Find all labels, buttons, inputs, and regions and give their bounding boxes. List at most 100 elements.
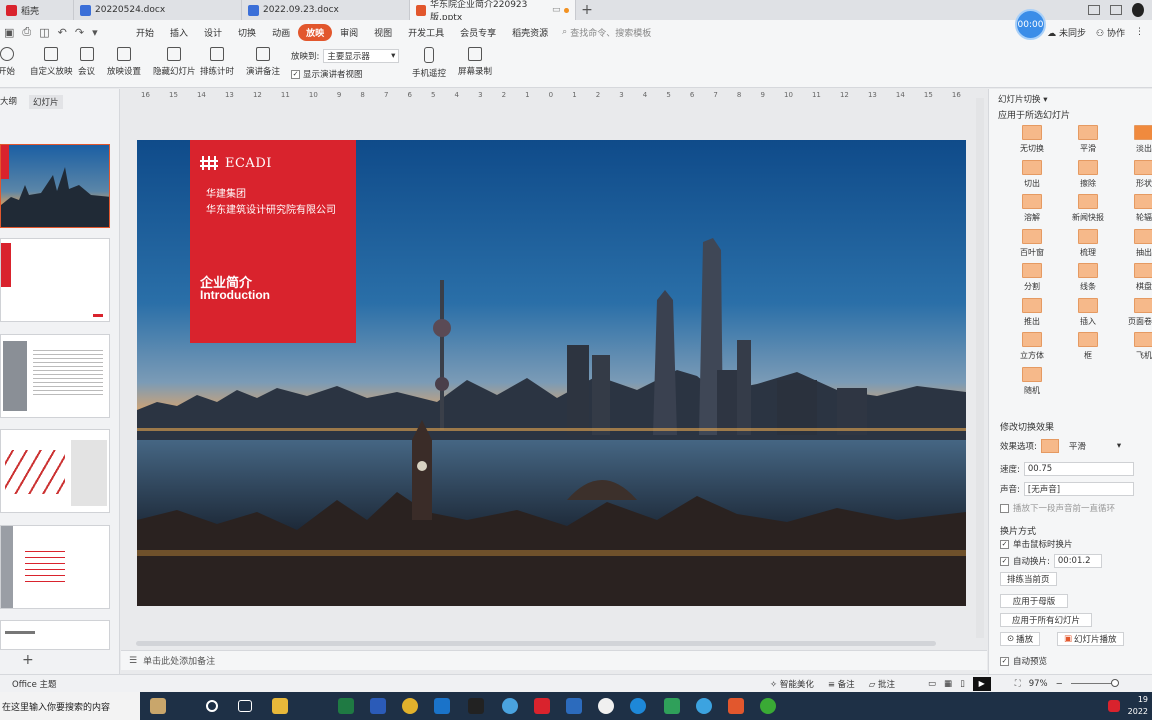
slide-thumb-1[interactable] bbox=[0, 144, 110, 228]
transition-effect[interactable]: 框 bbox=[1059, 332, 1117, 361]
wps-icon[interactable] bbox=[728, 698, 744, 714]
transition-effect[interactable]: 淡出 bbox=[1115, 125, 1152, 154]
transition-effect[interactable]: 擦除 bbox=[1059, 159, 1117, 189]
speed-input[interactable]: 00.75 bbox=[1023, 462, 1134, 476]
chevron-down-icon[interactable]: ▾ bbox=[1117, 441, 1121, 451]
comment-button[interactable]: ▱ 批注 bbox=[869, 678, 895, 690]
menu-member[interactable]: 会员专享 bbox=[452, 24, 504, 41]
apply-all-button[interactable]: 应用于所有幻灯片 bbox=[1000, 613, 1092, 627]
transition-effect[interactable]: 形状 bbox=[1115, 159, 1152, 189]
presenter-view-checkbox[interactable]: ✓ bbox=[291, 69, 300, 79]
sync-button[interactable]: ☁ 未同步 bbox=[1047, 26, 1086, 39]
transition-effect[interactable]: 百叶窗 bbox=[1003, 228, 1061, 258]
beautify-button[interactable]: ✧ 智能美化 bbox=[770, 678, 814, 690]
transition-effect[interactable]: 随机 bbox=[1003, 366, 1061, 396]
speaker-notes-button[interactable]: 演讲备注 bbox=[246, 47, 280, 77]
slide-thumb-4[interactable] bbox=[0, 429, 110, 513]
sorter-view-icon[interactable]: ▦ bbox=[944, 679, 952, 689]
apply-master-button[interactable]: 应用于母版 bbox=[1000, 594, 1068, 608]
zoom-out-icon[interactable]: − bbox=[1056, 679, 1063, 689]
reading-view-icon[interactable]: ▯ bbox=[960, 679, 965, 689]
transition-effect[interactable]: 切出 bbox=[1003, 159, 1061, 189]
preview-icon[interactable]: ◫ bbox=[39, 26, 49, 39]
rehearse-current-button[interactable]: 排练当前页 bbox=[1000, 572, 1057, 586]
window-icon[interactable]: ▭ bbox=[552, 5, 561, 15]
chrome-icon[interactable] bbox=[402, 698, 418, 714]
timer-badge[interactable]: 00:00 bbox=[1015, 9, 1046, 40]
vertical-scrollbar[interactable] bbox=[976, 98, 984, 638]
menu-home[interactable]: 开始 bbox=[128, 24, 162, 41]
word-icon[interactable] bbox=[370, 698, 386, 714]
print-icon[interactable]: ⎙ bbox=[22, 25, 31, 39]
menu-slideshow[interactable]: 放映 bbox=[298, 23, 333, 41]
horizontal-scrollbar[interactable] bbox=[136, 641, 936, 646]
menu-insert[interactable]: 插入 bbox=[162, 24, 196, 41]
auto-advance-checkbox[interactable]: ✓ bbox=[1000, 556, 1009, 566]
slide-thumb-5[interactable] bbox=[0, 525, 110, 609]
transition-effect[interactable]: 页面卷曲 bbox=[1115, 297, 1152, 327]
cursor-app-icon[interactable] bbox=[468, 698, 484, 714]
monitor-select[interactable]: 主要显示器 ▾ bbox=[323, 49, 400, 63]
hide-slide-button[interactable]: 隐藏幻灯片 bbox=[153, 47, 196, 77]
folder-icon[interactable] bbox=[272, 698, 288, 714]
add-slide-button[interactable]: + bbox=[22, 652, 34, 668]
task-view-icon[interactable] bbox=[238, 700, 252, 712]
undo-icon[interactable]: ↶ bbox=[58, 26, 67, 39]
outlook-icon[interactable] bbox=[434, 698, 450, 714]
transition-effect[interactable]: 飞机 bbox=[1115, 332, 1152, 361]
transition-effect[interactable]: 抽出 bbox=[1115, 228, 1152, 258]
qq-icon[interactable] bbox=[598, 698, 614, 714]
transition-effect[interactable]: 轮辐 bbox=[1115, 194, 1152, 223]
transition-effect[interactable]: 分割 bbox=[1003, 263, 1061, 292]
slide-thumb-6[interactable] bbox=[0, 620, 110, 650]
tab-doc-2[interactable]: 2022.09.23.docx bbox=[242, 0, 410, 20]
transition-effect[interactable]: 新闻快报 bbox=[1059, 194, 1117, 223]
menu-animation[interactable]: 动画 bbox=[264, 24, 298, 41]
tab-slides[interactable]: 幻灯片 bbox=[29, 95, 63, 109]
custom-show-button[interactable]: 自定义放映 bbox=[30, 47, 73, 77]
collab-button[interactable]: ⚇ 协作 bbox=[1096, 26, 1125, 39]
grid-icon[interactable] bbox=[1110, 5, 1122, 15]
wechat-icon[interactable] bbox=[760, 698, 776, 714]
tab-pptx[interactable]: 华东院企业简介220923版.pptx ▭ bbox=[410, 0, 576, 23]
menu-developer[interactable]: 开发工具 bbox=[400, 24, 452, 41]
start-show-button[interactable]: 开始 bbox=[0, 47, 15, 77]
command-search[interactable]: ⌕ 查找命令、搜索模板 bbox=[562, 26, 651, 39]
chevron-down-icon[interactable]: ▾ bbox=[1043, 95, 1047, 105]
layout-icon[interactable] bbox=[1088, 5, 1100, 15]
slide-thumb-3[interactable] bbox=[0, 334, 110, 418]
ecadi-app-icon[interactable] bbox=[534, 698, 550, 714]
excel-icon[interactable] bbox=[338, 698, 354, 714]
on-click-checkbox[interactable]: ✓ bbox=[1000, 539, 1009, 549]
tab-doc-1[interactable]: 20220524.docx bbox=[74, 0, 242, 20]
play-from-current-icon[interactable]: ▶ bbox=[972, 676, 991, 691]
phone-remote-button[interactable]: 手机遥控 bbox=[412, 47, 446, 79]
tab-outline[interactable]: 大纲 bbox=[0, 95, 17, 109]
transition-effect[interactable]: 推出 bbox=[1003, 297, 1061, 327]
clock[interactable]: 19 2022 bbox=[1128, 694, 1148, 718]
screen-record-button[interactable]: 屏幕录制 bbox=[458, 47, 492, 77]
play-button[interactable]: ⊙ 播放 bbox=[1000, 632, 1041, 646]
avatar[interactable] bbox=[1132, 3, 1144, 17]
menu-design[interactable]: 设计 bbox=[196, 24, 230, 41]
auto-advance-input[interactable]: 00:01.2 bbox=[1053, 554, 1102, 568]
zoom-level[interactable]: 97% bbox=[1029, 679, 1048, 689]
menu-docer[interactable]: 稻壳资源 bbox=[504, 24, 556, 41]
rehearse-button[interactable]: 排练计时 bbox=[200, 47, 234, 77]
notes-bar[interactable]: ☰ 单击此处添加备注 bbox=[121, 650, 987, 670]
meeting-button[interactable]: 会议 bbox=[78, 47, 95, 77]
transition-effect[interactable]: 棋盘 bbox=[1115, 263, 1152, 292]
tray-icon[interactable] bbox=[1108, 700, 1120, 712]
more-icon[interactable]: ⋮ bbox=[1135, 27, 1144, 37]
taskbar-search[interactable]: 在这里输入你要搜索的内容 bbox=[0, 692, 140, 720]
new-tab-button[interactable]: + bbox=[576, 0, 598, 20]
transition-effect[interactable]: 无切换 bbox=[1003, 125, 1061, 154]
save-icon[interactable]: ▣ bbox=[4, 26, 14, 39]
sound-select[interactable]: [无声音] bbox=[1023, 482, 1134, 496]
transition-effect[interactable]: 溶解 bbox=[1003, 194, 1061, 223]
effect-option-value[interactable]: 平滑 bbox=[1069, 440, 1109, 452]
more-icon[interactable]: ▾ bbox=[92, 26, 98, 39]
transition-effect[interactable]: 梳理 bbox=[1059, 228, 1117, 258]
slideshow-button[interactable]: ▣ 幻灯片播放 bbox=[1057, 632, 1124, 646]
edge-icon[interactable] bbox=[630, 698, 646, 714]
